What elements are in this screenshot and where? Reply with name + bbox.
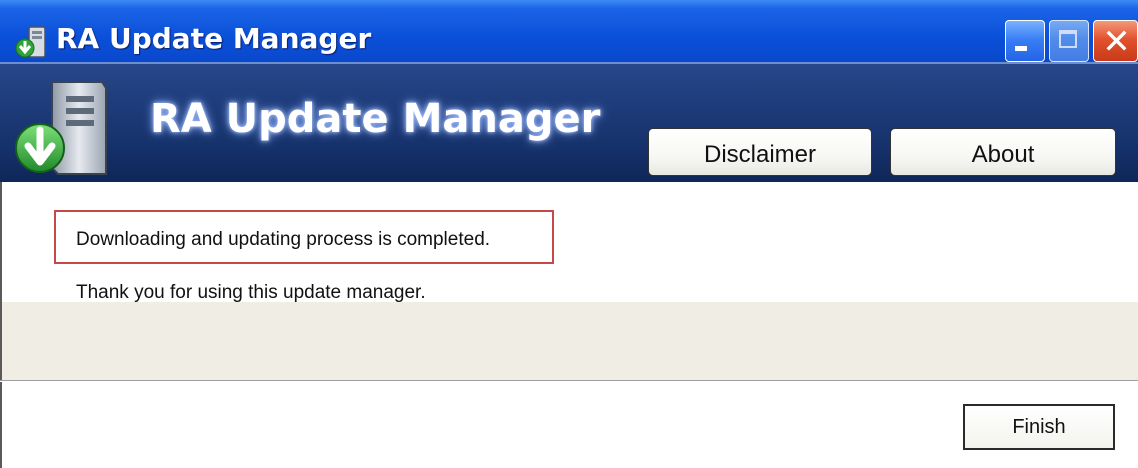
minimize-icon bbox=[1015, 46, 1027, 51]
banner-title: RA Update Manager bbox=[150, 96, 601, 142]
server-download-icon bbox=[14, 76, 110, 180]
thank-you-message: Thank you for using this update manager. bbox=[76, 282, 426, 303]
info-band bbox=[0, 302, 1138, 380]
minimize-button[interactable] bbox=[1005, 20, 1045, 62]
disclaimer-button[interactable]: Disclaimer bbox=[648, 128, 872, 176]
finish-button[interactable]: Finish bbox=[963, 404, 1115, 450]
maximize-icon bbox=[1059, 30, 1077, 48]
update-manager-window: RA Update Manager ✕ RA Update Manager Di… bbox=[0, 0, 1138, 468]
maximize-button[interactable] bbox=[1049, 20, 1089, 62]
close-button[interactable]: ✕ bbox=[1093, 20, 1138, 62]
content-panel: Downloading and updating process is comp… bbox=[0, 182, 1138, 303]
window-title: RA Update Manager bbox=[56, 22, 372, 55]
status-message: Downloading and updating process is comp… bbox=[76, 229, 491, 250]
update-manager-icon bbox=[14, 24, 50, 60]
close-icon: ✕ bbox=[1102, 22, 1131, 62]
about-button[interactable]: About bbox=[890, 128, 1116, 176]
